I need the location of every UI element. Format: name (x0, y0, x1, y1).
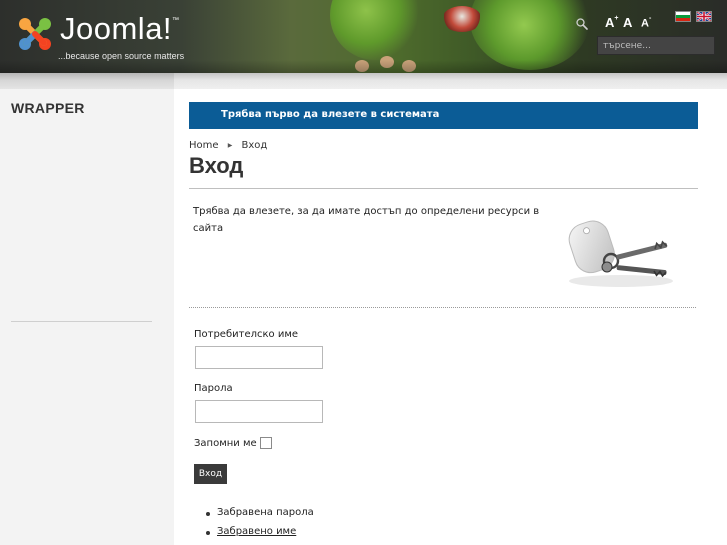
bulgarian-flag-icon[interactable] (675, 11, 691, 22)
search-icon[interactable] (575, 17, 589, 31)
account-links: Забравена парола Забравено име (204, 507, 314, 545)
keys-image (568, 220, 673, 287)
font-decrease-button[interactable]: A- (641, 15, 652, 30)
search-input[interactable] (597, 36, 715, 55)
sidebar-divider (11, 321, 152, 322)
font-increase-button[interactable]: A+ (605, 15, 618, 30)
header-frog-decoration (330, 0, 420, 60)
site-header: Joomla!™ ...because open source matters … (0, 0, 727, 73)
font-increase-sup: + (614, 14, 619, 22)
login-button[interactable]: Вход (194, 464, 227, 484)
password-input[interactable] (195, 400, 323, 423)
font-decrease-sup: - (648, 15, 652, 22)
page-title: Вход (189, 153, 244, 178)
breadcrumb-home-link[interactable]: Home (189, 140, 219, 151)
sidebar-title: WRAPPER (11, 100, 85, 116)
forgot-password-link[interactable]: Забравена парола (217, 507, 314, 518)
password-label: Парола (194, 383, 233, 394)
font-reset-button[interactable]: A (623, 15, 632, 30)
logo-tagline: ...because open source matters (58, 51, 185, 61)
list-item: Забравена парола (204, 507, 314, 526)
login-description: Трябва да влезете, за да имате достъп до… (193, 206, 540, 234)
logo-wordmark-text: Joomla! (60, 11, 173, 46)
frog-eye-decoration (442, 6, 482, 32)
remember-me-label: Запомни ме (194, 438, 257, 449)
username-input[interactable] (195, 346, 323, 369)
breadcrumb-current: Вход (241, 140, 268, 151)
font-increase-label: A (605, 15, 615, 30)
breadcrumb: Home ▶ Вход (189, 140, 267, 151)
forgot-username-link[interactable]: Забравено име (217, 526, 296, 537)
main-content: Трябва първо да влезете в системата Home… (174, 89, 727, 545)
breadcrumb-arrow-icon: ▶ (227, 141, 233, 149)
font-decrease-label: A (641, 17, 649, 30)
remember-me-checkbox[interactable] (260, 437, 272, 449)
list-item: Забравено име (204, 526, 314, 545)
joomla-logo-icon (19, 18, 51, 50)
logo-wordmark: Joomla!™ (60, 11, 180, 47)
site-logo[interactable]: Joomla!™ ...because open source matters (14, 11, 224, 65)
title-divider (189, 188, 698, 189)
sidebar: WRAPPER (0, 89, 174, 545)
english-flag-icon[interactable] (696, 11, 712, 22)
login-required-notice: Трябва първо да влезете в системата (189, 102, 698, 129)
sidebar-top-strip (0, 73, 174, 89)
logo-trademark: ™ (172, 17, 180, 24)
content-divider (189, 307, 696, 308)
username-label: Потребителско име (194, 329, 299, 340)
